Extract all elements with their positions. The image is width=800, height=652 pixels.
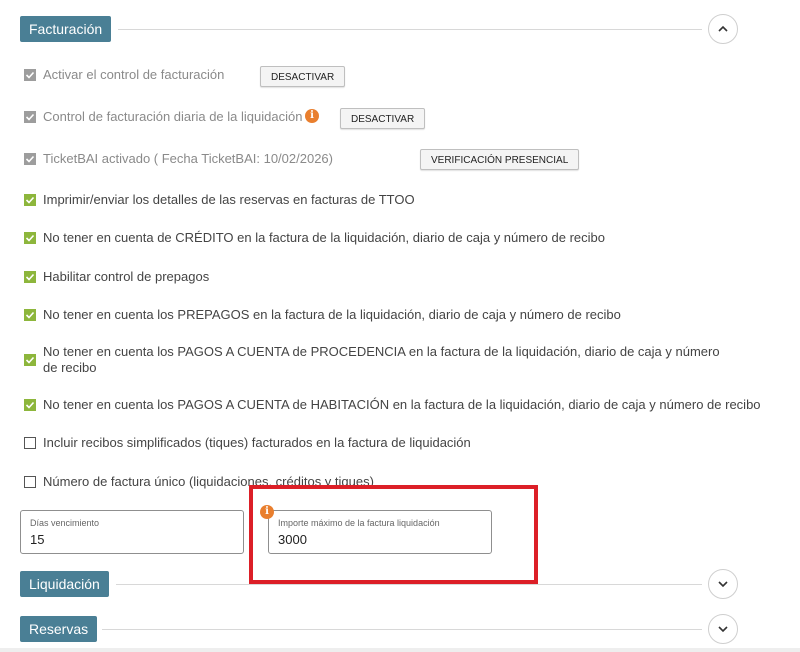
section-reservas: Reservas — [20, 614, 740, 644]
checkbox[interactable] — [24, 153, 36, 165]
option-label: Control de facturación diaria de la liqu… — [43, 109, 303, 124]
chevron-down-icon — [718, 581, 728, 588]
checkbox[interactable] — [24, 194, 36, 206]
verificacion-presencial-button[interactable]: VERIFICACIÓN PRESENCIAL — [420, 149, 580, 170]
section-divider — [118, 29, 702, 30]
check-icon — [25, 273, 35, 281]
option-label: No tener en cuenta los PAGOS A CUENTA de… — [43, 344, 720, 375]
check-icon — [25, 401, 35, 409]
checkbox[interactable] — [24, 309, 36, 321]
check-icon — [25, 356, 35, 364]
checkbox[interactable] — [24, 111, 36, 123]
section-tag-facturacion[interactable]: Facturación — [20, 16, 112, 42]
option-label: Activar el control de facturación — [43, 67, 225, 82]
check-icon — [25, 311, 35, 319]
checkbox[interactable] — [24, 437, 36, 449]
chevron-down-icon — [718, 626, 728, 633]
checkbox[interactable] — [24, 69, 36, 81]
bottom-scrollbar[interactable] — [0, 648, 800, 652]
desactivar-button[interactable]: DESACTIVAR — [260, 66, 346, 87]
option-label: TicketBAI activado ( Fecha TicketBAI: 10… — [43, 151, 333, 166]
option-label: Incluir recibos simplificados (tiques) f… — [43, 435, 471, 450]
option-label: Imprimir/enviar los detalles de las rese… — [43, 192, 415, 207]
section-facturacion: Facturación — [20, 14, 740, 44]
dias-vencimiento-field[interactable]: Días vencimiento 15 — [20, 510, 244, 554]
check-icon — [25, 196, 35, 204]
expand-button[interactable] — [708, 614, 738, 644]
highlight-annotation — [249, 485, 538, 584]
check-icon — [25, 71, 35, 79]
checkbox[interactable] — [24, 399, 36, 411]
section-divider — [116, 584, 702, 585]
desactivar-diaria-button[interactable]: DESACTIVAR — [340, 108, 426, 129]
collapse-button[interactable] — [708, 14, 738, 44]
option-label: No tener en cuenta de CRÉDITO en la fact… — [43, 230, 605, 245]
checkbox[interactable] — [24, 232, 36, 244]
checkbox[interactable] — [24, 476, 36, 488]
info-icon[interactable]: i — [305, 109, 319, 123]
section-liquidacion: Liquidación — [20, 569, 740, 599]
check-icon — [25, 234, 35, 242]
section-tag-liquidacion[interactable]: Liquidación — [20, 571, 109, 597]
check-icon — [25, 113, 35, 121]
field-label: Días vencimiento — [30, 518, 100, 528]
chevron-up-icon — [718, 25, 728, 32]
checkbox[interactable] — [24, 354, 36, 366]
field-value[interactable]: 15 — [30, 532, 44, 547]
expand-button[interactable] — [708, 569, 738, 599]
section-divider — [102, 629, 702, 630]
option-label: Habilitar control de prepagos — [43, 269, 210, 284]
option-label: No tener en cuenta los PREPAGOS en la fa… — [43, 307, 621, 322]
option-label: No tener en cuenta los PAGOS A CUENTA de… — [43, 397, 761, 412]
check-icon — [25, 155, 35, 163]
checkbox[interactable] — [24, 271, 36, 283]
section-tag-reservas[interactable]: Reservas — [20, 616, 98, 642]
